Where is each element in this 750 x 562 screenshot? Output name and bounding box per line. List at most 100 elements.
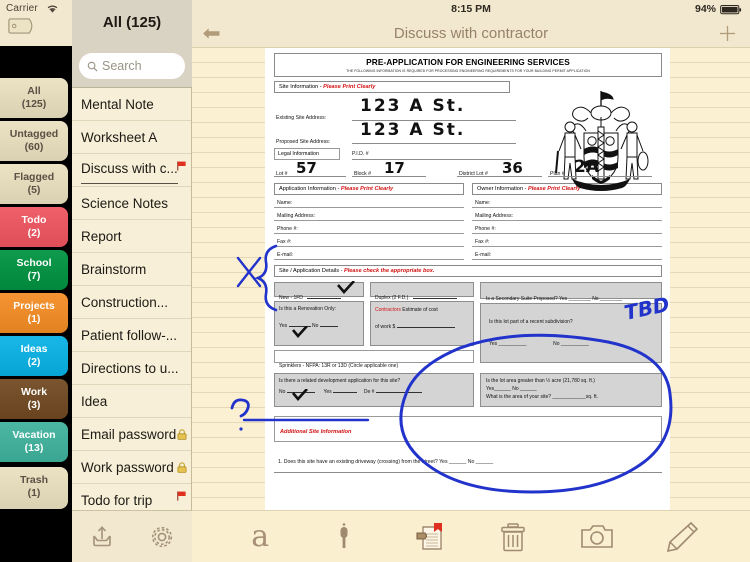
lock-icon (177, 429, 187, 440)
list-item[interactable]: Discuss with c... (72, 154, 191, 187)
renovation-yes-label: Yes (279, 323, 287, 329)
sprinklers-label: Sprinklers - NFPA: 13R or 13D (Circle ap… (279, 363, 398, 369)
tag-count: (7) (0, 270, 68, 283)
related-dev-yes-label: Yes (324, 389, 332, 395)
clock-label: 8:15 PM (192, 3, 750, 15)
tag-item-projects[interactable]: Projects(1) (0, 293, 68, 333)
lot-area-label: Is the lot area greater than ½ acre (21,… (486, 377, 656, 385)
tag-sidebar: Carrier All(125)Untagged(60)Flagged(5)To… (0, 0, 72, 562)
tag-label: Flagged (14, 171, 54, 183)
list-item[interactable]: Brainstorm (72, 253, 191, 286)
list-item[interactable]: Directions to u... (72, 352, 191, 385)
tag-item-flagged[interactable]: Flagged(5) (0, 164, 68, 204)
application-information-label: Application Information - (279, 186, 341, 192)
related-lot-row: Is there a related development applicati… (274, 373, 662, 409)
lot-area-question: What is the area of your site? _________… (486, 393, 656, 401)
lot-area-cell: Is the lot area greater than ½ acre (21,… (480, 373, 662, 407)
tag-label: Ideas (21, 343, 48, 355)
navigation-bar: Discuss with contractor (192, 19, 750, 48)
related-dev-no-label: No (279, 389, 285, 395)
renovation-no-label: No (312, 323, 318, 329)
site-information-emphasis: Please Print Clearly (323, 84, 375, 90)
lot-area-yesno: Yes______ No ______ (486, 385, 656, 393)
contractors-word: Contractors (375, 307, 401, 313)
camera-button[interactable] (575, 517, 619, 557)
contact-field-label: Phone #: (274, 221, 464, 234)
details-grid: New - 1FD Duplex (2 F.D.) Is this a Reno… (274, 282, 662, 368)
list-item[interactable]: Work password (72, 451, 191, 484)
search-box[interactable] (79, 53, 185, 79)
tag-item-todo[interactable]: Todo(2) (0, 207, 68, 247)
form-title: PRE-APPLICATION FOR ENGINEERING SERVICES (277, 57, 659, 67)
list-item[interactable]: Science Notes (72, 187, 191, 220)
tag-count: (1) (0, 313, 68, 326)
subdivision-cell: Is this lot part of a recent subdivision… (480, 303, 662, 363)
list-item[interactable]: Patient follow-... (72, 319, 191, 352)
note-canvas[interactable]: PRE-APPLICATION FOR ENGINEERING SERVICES… (192, 48, 750, 510)
trash-button[interactable] (491, 517, 535, 557)
site-details-emphasis: Please check the appropriate box. (344, 268, 434, 274)
carrier-status-block: Carrier (0, 0, 72, 46)
gear-icon[interactable] (149, 524, 175, 550)
list-item[interactable]: Worksheet A (72, 121, 191, 154)
list-item[interactable]: Email password (72, 418, 191, 451)
text-style-button[interactable]: a (238, 517, 282, 557)
duplex-cell: Duplex (2 F.D.) (370, 282, 474, 297)
existing-address-value: 123 A St. (360, 96, 465, 116)
list-item[interactable]: Report (72, 220, 191, 253)
flag-icon (177, 161, 186, 171)
search-input[interactable] (102, 59, 177, 73)
contact-field-label: Name: (472, 195, 662, 208)
camera-icon (580, 523, 614, 551)
pencil-icon (665, 521, 699, 553)
form-subtitle: THE FOLLOWING INFORMATION IS REQUIRED FO… (277, 69, 659, 73)
microphone-icon (329, 522, 359, 552)
tag-item-school[interactable]: School(7) (0, 250, 68, 290)
list-item[interactable]: Idea (72, 385, 191, 418)
tag-item-trash[interactable]: Trash(1) (0, 467, 68, 509)
lock-icon (177, 462, 187, 473)
list-header-spacer: All (125) (72, 0, 192, 46)
export-icon[interactable] (89, 524, 115, 550)
tag-item-all[interactable]: All(125) (0, 78, 68, 118)
battery-icon (720, 5, 742, 15)
question-1-row: 1. Does this site have an existing drive… (274, 450, 662, 473)
checkmark-related-dev-no (291, 389, 309, 402)
flag-icon (177, 491, 186, 501)
pencil-button[interactable] (660, 517, 704, 557)
owner-information-label: Owner Information - (477, 186, 528, 192)
note-toolbar: a (192, 510, 750, 562)
contact-field-label: E-mail: (274, 247, 464, 260)
contractor-estimate-cell: Contractors Estimate of cost of work $ (370, 301, 474, 346)
tag-note-button[interactable] (407, 517, 451, 557)
tag-count: (125) (0, 98, 68, 111)
estimate-label-2: of work $ (375, 324, 395, 330)
tag-item-work[interactable]: Work(3) (0, 379, 68, 419)
text-style-icon: a (251, 522, 269, 552)
wifi-icon (46, 4, 59, 14)
legal-information-block: Legal Information P.I.D. # Lot # 57 Bloc… (274, 148, 662, 180)
list-item-title: Discuss with c... (81, 154, 178, 184)
tag-label: School (16, 257, 51, 269)
plus-icon[interactable] (719, 25, 736, 42)
microphone-button[interactable] (322, 517, 366, 557)
list-item[interactable]: Mental Note (72, 88, 191, 121)
form-body: PRE-APPLICATION FOR ENGINEERING SERVICES… (274, 53, 662, 473)
application-information-bar: Application Information - Please Print C… (274, 183, 464, 195)
list-item-title: Mental Note (81, 88, 154, 121)
note-detail-panel: 8:15 PM 94% Discuss with contractor (192, 0, 750, 562)
sprinklers-cell: Sprinklers - NFPA: 13R or 13D (Circle ap… (274, 350, 474, 363)
contact-sections: Application Information - Please Print C… (274, 183, 662, 260)
proposed-address-label: Proposed Site Address: (276, 139, 330, 145)
owner-fields: Name:Mailing Address:Phone #:Fax #:E-mai… (472, 195, 662, 260)
tag-label: Untagged (10, 128, 58, 140)
lot-value: 57 (296, 159, 317, 177)
additional-site-information-label: Additional Site Information (280, 429, 351, 435)
list-item[interactable]: Construction... (72, 286, 191, 319)
application-information-emphasis: Please Print Clearly (341, 186, 393, 192)
tag-item-untagged[interactable]: Untagged(60) (0, 121, 68, 161)
tag-item-ideas[interactable]: Ideas(2) (0, 336, 68, 376)
list-item[interactable]: Todo for trip (72, 484, 191, 510)
tag-item-vacation[interactable]: Vacation(13) (0, 422, 68, 462)
subdivision-label: Is this lot part of a recent subdivision… (489, 318, 653, 326)
